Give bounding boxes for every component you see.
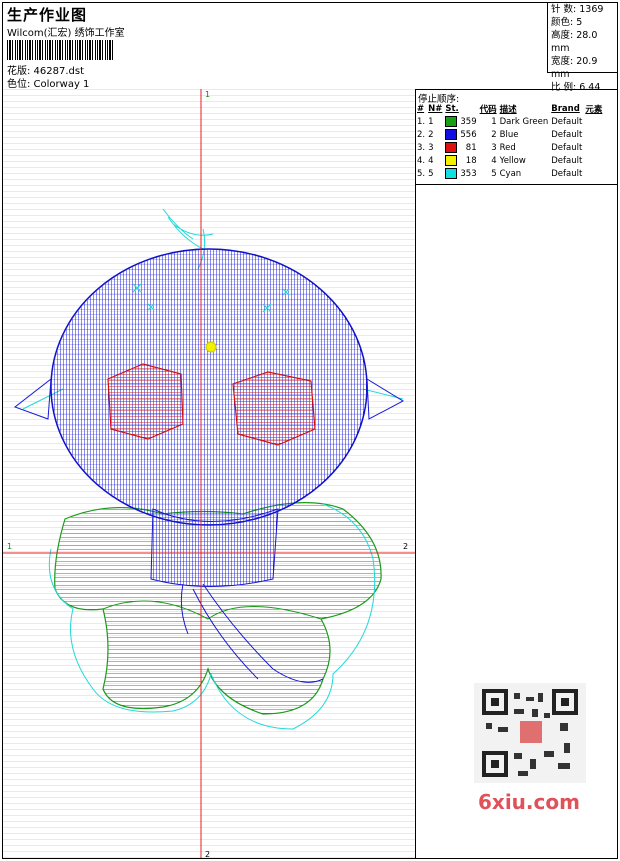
row-desc: Dark Green	[499, 116, 549, 127]
col-stitches: St.	[445, 104, 459, 114]
page-title: 生产作业图	[7, 6, 88, 24]
row-index: 5.	[417, 168, 426, 179]
axis-label-bottom: 2	[205, 850, 210, 858]
row-brand: Default	[551, 129, 583, 140]
row-swatch	[445, 115, 460, 128]
embroidery-drawing: 1 2 1 2	[3, 89, 415, 858]
row-swatch	[445, 128, 460, 141]
color-row: 5. 5 353 5 Cyan Default	[417, 167, 605, 180]
color-row: 2. 2 556 2 Blue Default	[417, 128, 605, 141]
qr-code-icon	[474, 683, 586, 783]
design-width: 宽度: 20.9 mm	[551, 56, 598, 80]
color-swatch-icon	[445, 116, 458, 127]
row-needle: 2	[428, 129, 434, 140]
row-element	[585, 167, 605, 180]
blue-head	[13, 248, 405, 526]
col-brand: Brand	[551, 104, 580, 114]
stats-box: 针 数: 1369 颜色: 5 高度: 28.0 mm 宽度: 20.9 mm …	[547, 3, 617, 93]
colorway: 色位: Colorway 1	[7, 79, 90, 90]
color-swatch-icon	[445, 168, 458, 179]
col-index: #	[417, 104, 425, 114]
row-brand: Default	[551, 168, 583, 179]
row-stitches: 359	[460, 116, 477, 127]
color-swatch-icon	[445, 129, 458, 140]
color-swatch-icon	[445, 142, 458, 153]
color-table: # N# St. 代码 描述 Brand 元素 1. 1 359 1 Dark Gree…	[417, 103, 605, 180]
row-needle: 3	[428, 142, 434, 153]
row-swatch	[445, 141, 460, 154]
color-row: 3. 3 81 3 Red Default	[417, 141, 605, 154]
row-swatch	[445, 167, 460, 180]
row-stitches: 81	[465, 142, 477, 153]
stitch-count: 针 数: 1369	[551, 4, 604, 15]
header: 生产作业图 Wilcom(汇宏) 绣饰工作室 花版: 46287.dst 色位:…	[3, 3, 617, 93]
row-code: 2	[491, 129, 497, 140]
col-element: 元素	[585, 105, 603, 115]
row-index: 4.	[417, 155, 426, 166]
col-desc: 描述	[499, 105, 517, 115]
row-index: 1.	[417, 116, 426, 127]
design-preview: 1 2 1 2	[3, 89, 416, 858]
stop-sequence-panel: 停止顺序: # N# St. 代码 描述 Brand 元素 1. 1 359 1 Dar…	[416, 89, 617, 185]
axis-label-top: 1	[205, 90, 210, 99]
row-needle: 5	[428, 168, 434, 179]
row-needle: 1	[428, 116, 434, 127]
row-element	[585, 128, 605, 141]
row-desc: Red	[499, 142, 516, 153]
row-element	[585, 141, 605, 154]
row-desc: Blue	[499, 129, 519, 140]
color-swatch-icon	[445, 155, 458, 166]
row-code: 4	[491, 155, 497, 166]
color-row: 4. 4 18 4 Yellow Default	[417, 154, 605, 167]
row-brand: Default	[551, 155, 583, 166]
row-code: 1	[491, 116, 497, 127]
axis-label-left: 1	[7, 542, 12, 551]
color-count: 颜色: 5	[551, 17, 583, 28]
row-code: 3	[491, 142, 497, 153]
row-index: 3.	[417, 142, 426, 153]
row-index: 2.	[417, 129, 426, 140]
row-needle: 4	[428, 155, 434, 166]
col-code: 代码	[479, 105, 497, 115]
row-desc: Yellow	[499, 155, 526, 166]
row-desc: Cyan	[499, 168, 522, 179]
row-element	[585, 115, 605, 128]
production-sheet: 生产作业图 Wilcom(汇宏) 绣饰工作室 花版: 46287.dst 色位:…	[2, 2, 618, 859]
axis-label-right: 2	[403, 542, 408, 551]
color-row: 1. 1 359 1 Dark Green Default	[417, 115, 605, 128]
yellow-dot	[205, 341, 217, 353]
row-stitches: 556	[460, 129, 477, 140]
design-height: 高度: 28.0 mm	[551, 30, 598, 54]
row-element	[585, 154, 605, 167]
col-needle: N#	[428, 104, 443, 114]
row-stitches: 353	[460, 168, 477, 179]
row-brand: Default	[551, 116, 583, 127]
company-name: Wilcom(汇宏) 绣饰工作室	[7, 28, 125, 39]
barcode-icon	[7, 40, 115, 60]
row-brand: Default	[551, 142, 583, 153]
header-info: 生产作业图 Wilcom(汇宏) 绣饰工作室 花版: 46287.dst 色位:…	[7, 3, 547, 90]
row-code: 5	[491, 168, 497, 179]
row-swatch	[445, 154, 460, 167]
row-stitches: 18	[465, 155, 477, 166]
watermark-logo: 6xiu.com	[478, 790, 580, 814]
